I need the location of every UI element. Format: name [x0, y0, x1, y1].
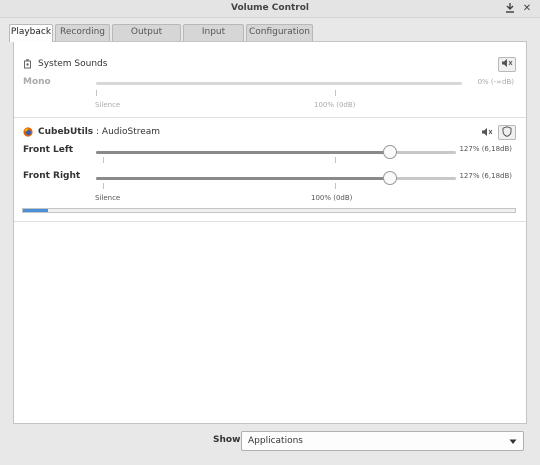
- stream-system-sounds: System Sounds Mono 0% (-∞dB) Silence 100…: [14, 42, 526, 118]
- mark-base: 100% (0dB): [311, 194, 353, 202]
- show-label: Show:: [213, 435, 244, 445]
- stream-cubebutils: CubebUtils : AudioStream Front Left 127%…: [14, 118, 526, 222]
- show-select-value: Applications: [248, 436, 303, 446]
- slider-knob-front-right[interactable]: [383, 171, 397, 185]
- tick-base: [335, 90, 336, 96]
- volume-value-front-left: 127% (6,18dB): [459, 145, 512, 153]
- footer: Show: Applications: [0, 428, 540, 456]
- window-title: Volume Control: [231, 3, 309, 13]
- speaker-icon[interactable]: [481, 127, 493, 140]
- volume-slider-front-right[interactable]: [96, 177, 456, 180]
- app-name: CubebUtils: [38, 127, 94, 137]
- slider-fill: [96, 177, 390, 180]
- stream-type: AudioStream: [101, 127, 161, 137]
- volume-slider-mono[interactable]: [96, 82, 462, 85]
- volume-slider-front-left[interactable]: [96, 151, 456, 154]
- tick-base: [335, 183, 336, 189]
- firefox-icon: [23, 127, 33, 140]
- tick-base: [335, 157, 336, 163]
- minimize-icon[interactable]: [503, 2, 517, 16]
- channel-label-front-right: Front Right: [23, 171, 81, 181]
- peak-level: [23, 209, 48, 212]
- mute-button[interactable]: [498, 57, 516, 72]
- volume-value: 0% (-∞dB): [477, 78, 514, 86]
- channel-label-front-left: Front Left: [23, 145, 74, 155]
- lock-channels-button[interactable]: [498, 125, 516, 140]
- channel-label: Mono: [23, 77, 51, 87]
- mark-silence: Silence: [95, 194, 121, 202]
- tick-silence: [103, 157, 104, 163]
- peak-meter: [22, 208, 516, 213]
- system-sounds-icon: [23, 59, 32, 72]
- stream-title: CubebUtils : AudioStream: [38, 127, 161, 137]
- mark-silence: Silence: [95, 101, 121, 109]
- mark-base: 100% (0dB): [314, 101, 356, 109]
- tab-output-devices[interactable]: Output Devices: [112, 24, 181, 52]
- tab-playback[interactable]: Playback: [9, 24, 53, 42]
- tab-configuration[interactable]: Configuration: [246, 24, 313, 41]
- tick-silence: [103, 183, 104, 189]
- slider-fill: [96, 151, 390, 154]
- title-bar: Volume Control ✕: [0, 0, 540, 18]
- tab-input-devices[interactable]: Input Devices: [183, 24, 244, 52]
- playback-panel: System Sounds Mono 0% (-∞dB) Silence 100…: [13, 41, 527, 424]
- close-icon[interactable]: ✕: [520, 2, 534, 16]
- volume-value-front-right: 127% (6,18dB): [459, 172, 512, 180]
- slider-knob-front-left[interactable]: [383, 145, 397, 159]
- show-select[interactable]: Applications: [241, 431, 524, 451]
- tab-recording[interactable]: Recording: [55, 24, 110, 41]
- stream-name: System Sounds: [38, 59, 108, 69]
- tick-silence: [96, 90, 97, 96]
- chevron-down-icon: [509, 438, 517, 448]
